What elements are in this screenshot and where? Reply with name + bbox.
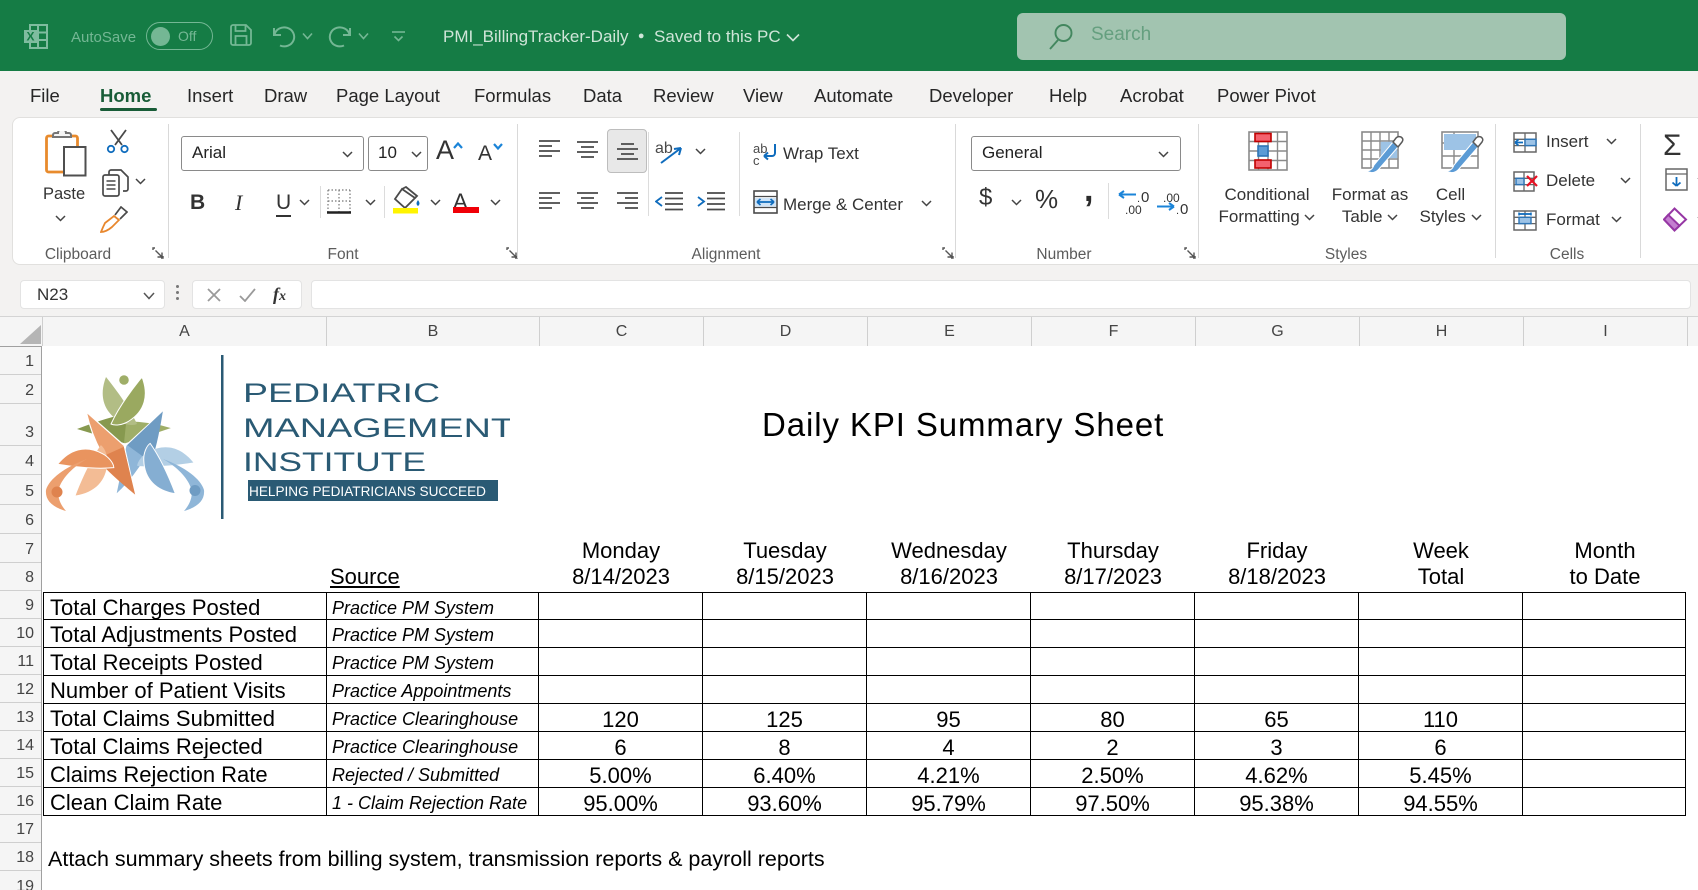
- svg-text:X: X: [26, 30, 34, 44]
- svg-text:c: c: [753, 153, 760, 166]
- svg-text:.00: .00: [1125, 203, 1142, 217]
- svg-text:0: 0: [1180, 201, 1188, 217]
- svg-text:MANAGEMENT: MANAGEMENT: [243, 413, 510, 443]
- svg-text:INSTITUTE: INSTITUTE: [243, 447, 426, 477]
- svg-text:.: .: [1176, 205, 1179, 217]
- svg-text:ab: ab: [655, 140, 673, 157]
- svg-text:0: 0: [1141, 189, 1149, 206]
- svg-text:.00: .00: [1163, 191, 1180, 205]
- svg-text:HELPING PEDIATRICIANS SUCCEED: HELPING PEDIATRICIANS SUCCEED: [249, 484, 486, 499]
- svg-text:PEDIATRIC: PEDIATRIC: [243, 378, 440, 408]
